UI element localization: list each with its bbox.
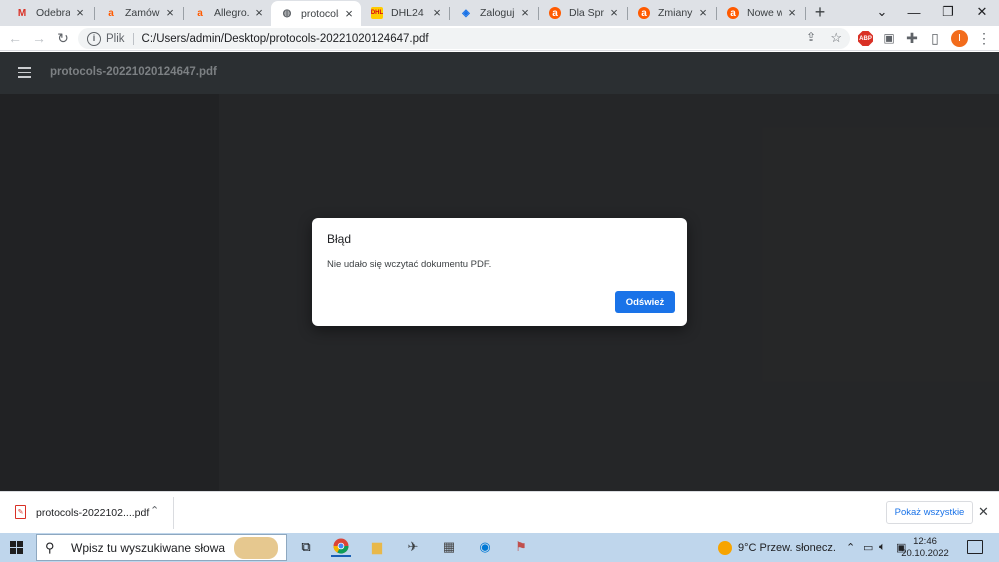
bookmark-star-icon[interactable]: ☆ (830, 30, 842, 46)
pdf-file-icon: ✎ (15, 505, 26, 519)
tab-label: Odebrane (36, 7, 70, 19)
restore-button[interactable]: ❐ (932, 0, 964, 24)
download-filename[interactable]: protocols-2022102....pdf (36, 507, 149, 519)
edge-icon[interactable]: ◉ (475, 537, 495, 557)
dialog-title: Błąd (327, 232, 352, 246)
screen: M Odebrane × a Zamówien × a Allegro.pl ×… (0, 0, 999, 562)
menu-kebab-icon[interactable]: ⋮ (975, 29, 993, 47)
close-icon[interactable]: × (164, 6, 176, 19)
close-icon[interactable]: × (786, 6, 798, 19)
chrome-icon[interactable] (331, 537, 351, 557)
clock[interactable]: 12:46 20.10.2022 (900, 536, 950, 560)
calculator-icon[interactable]: ▦ (439, 537, 459, 557)
tab-dhl24[interactable]: DHL DHL24 - Z × (361, 2, 449, 24)
adblock-plus-icon[interactable]: ABP (858, 31, 873, 46)
close-icon[interactable]: × (74, 6, 86, 19)
weather-sun-icon (718, 541, 732, 555)
tab-gmail[interactable]: M Odebrane × (6, 2, 92, 24)
url-text: C:/Users/admin/Desktop/protocols-2022102… (141, 32, 429, 45)
tab-dla-sprzedajacych[interactable]: a Dla Sprzed × (539, 2, 626, 24)
tray-chevron-icon[interactable]: ⌃ (846, 541, 855, 554)
search-highlight-image (234, 537, 278, 559)
reload-pdf-button[interactable]: Odśwież (615, 291, 675, 313)
close-icon[interactable]: × (697, 6, 709, 19)
info-icon[interactable]: i (87, 31, 101, 46)
tab-label: Nowe wys (747, 7, 782, 19)
tab-label: Zamówien (125, 7, 160, 19)
tab-label: Zmiany w (658, 7, 693, 19)
tab-allegro[interactable]: a Allegro.pl × (184, 2, 271, 24)
dialog-message: Nie udało się wczytać dokumentu PDF. (327, 259, 492, 270)
notifications-icon[interactable] (967, 540, 983, 554)
search-placeholder: Wpisz tu wyszukiwane słowa (71, 540, 226, 555)
allegro-icon: a (638, 7, 650, 19)
back-button[interactable]: ← (6, 29, 24, 47)
close-icon[interactable]: × (343, 7, 355, 20)
browser-toolbar: ← → ↻ i Plik C:/Users/admin/Desktop/prot… (0, 26, 999, 51)
windows-taskbar: ⚲ Wpisz tu wyszukiwane słowa ⧉ ▆ ✈ ▦ ◉ ⚑… (0, 533, 999, 562)
extensions-puzzle-icon[interactable]: ✚ (903, 29, 921, 47)
tab-label: Zaloguj się (480, 7, 515, 19)
volume-icon[interactable]: 🔈︎ (879, 541, 886, 554)
tab-strip: M Odebrane × a Zamówien × a Allegro.pl ×… (0, 0, 999, 26)
error-dialog: Błąd Nie udało się wczytać dokumentu PDF… (312, 218, 687, 326)
minimize-button[interactable]: — (898, 0, 930, 24)
tab-search-icon[interactable]: ⌄ (866, 0, 898, 24)
tab-separator (805, 7, 806, 20)
close-window-button[interactable]: ✕ (966, 0, 998, 24)
tab-label: Allegro.pl (214, 7, 249, 19)
close-icon[interactable]: × (608, 6, 620, 19)
app-bird-icon[interactable]: ✈ (403, 537, 423, 557)
close-icon[interactable]: × (253, 6, 265, 19)
forward-button[interactable]: → (30, 29, 48, 47)
clock-time: 12:46 (913, 536, 937, 547)
allegro-icon: a (108, 7, 114, 19)
side-panel-icon[interactable]: ▯ (926, 29, 944, 47)
tab-zmiany[interactable]: a Zmiany w × (628, 2, 715, 24)
allegro-icon: a (197, 7, 203, 19)
address-bar[interactable]: i Plik C:/Users/admin/Desktop/protocols-… (78, 28, 850, 49)
allegro-icon: a (727, 7, 739, 19)
app-icon[interactable]: ⚑ (511, 537, 531, 557)
show-all-button[interactable]: Pokaż wszystkie (886, 501, 973, 524)
clock-date: 20.10.2022 (901, 548, 949, 559)
tab-nowe[interactable]: a Nowe wys × (717, 2, 804, 24)
allegro-icon: a (549, 7, 561, 19)
file-explorer-icon[interactable]: ▆ (367, 537, 387, 557)
pdf-extension-icon[interactable]: ▣ (880, 29, 898, 47)
windows-start-icon[interactable] (10, 541, 23, 554)
tab-label: DHL24 - Z (391, 7, 427, 19)
weather-text: 9°C Przew. słonecz. (738, 542, 836, 554)
search-icon: ⚲ (45, 539, 55, 555)
tab-protocols[interactable]: ◍ protocols × (271, 1, 361, 26)
chevron-up-icon[interactable]: ⌃ (150, 504, 159, 517)
dhl-icon: DHL (371, 7, 383, 19)
tab-label: Dla Sprzed (569, 7, 604, 19)
scheme-label: Plik (106, 32, 134, 45)
profile-avatar[interactable]: I (951, 30, 968, 47)
download-separator (173, 497, 174, 529)
tab-zamowienia[interactable]: a Zamówien × (95, 2, 182, 24)
taskbar-search[interactable]: ⚲ Wpisz tu wyszukiwane słowa (36, 534, 287, 561)
weather-widget[interactable]: 9°C Przew. słonecz. (718, 541, 836, 555)
download-bar: ✎ protocols-2022102....pdf ⌃ Pokaż wszys… (0, 491, 999, 533)
globe-icon: ◍ (282, 8, 292, 19)
close-icon[interactable]: × (431, 6, 443, 19)
reload-button[interactable]: ↻ (54, 29, 72, 47)
share-icon[interactable]: ⇪ (806, 30, 816, 44)
login-icon: ◈ (462, 7, 470, 19)
tab-label: protocols (301, 7, 339, 20)
battery-icon[interactable]: ▭ (863, 541, 873, 554)
close-icon[interactable]: × (519, 6, 531, 19)
tab-zaloguj[interactable]: ◈ Zaloguj się × (450, 2, 537, 24)
task-view-icon[interactable]: ⧉ (296, 537, 316, 557)
gmail-icon: M (17, 7, 27, 19)
new-tab-button[interactable]: + (810, 3, 830, 23)
close-download-bar-icon[interactable]: ✕ (978, 504, 989, 520)
